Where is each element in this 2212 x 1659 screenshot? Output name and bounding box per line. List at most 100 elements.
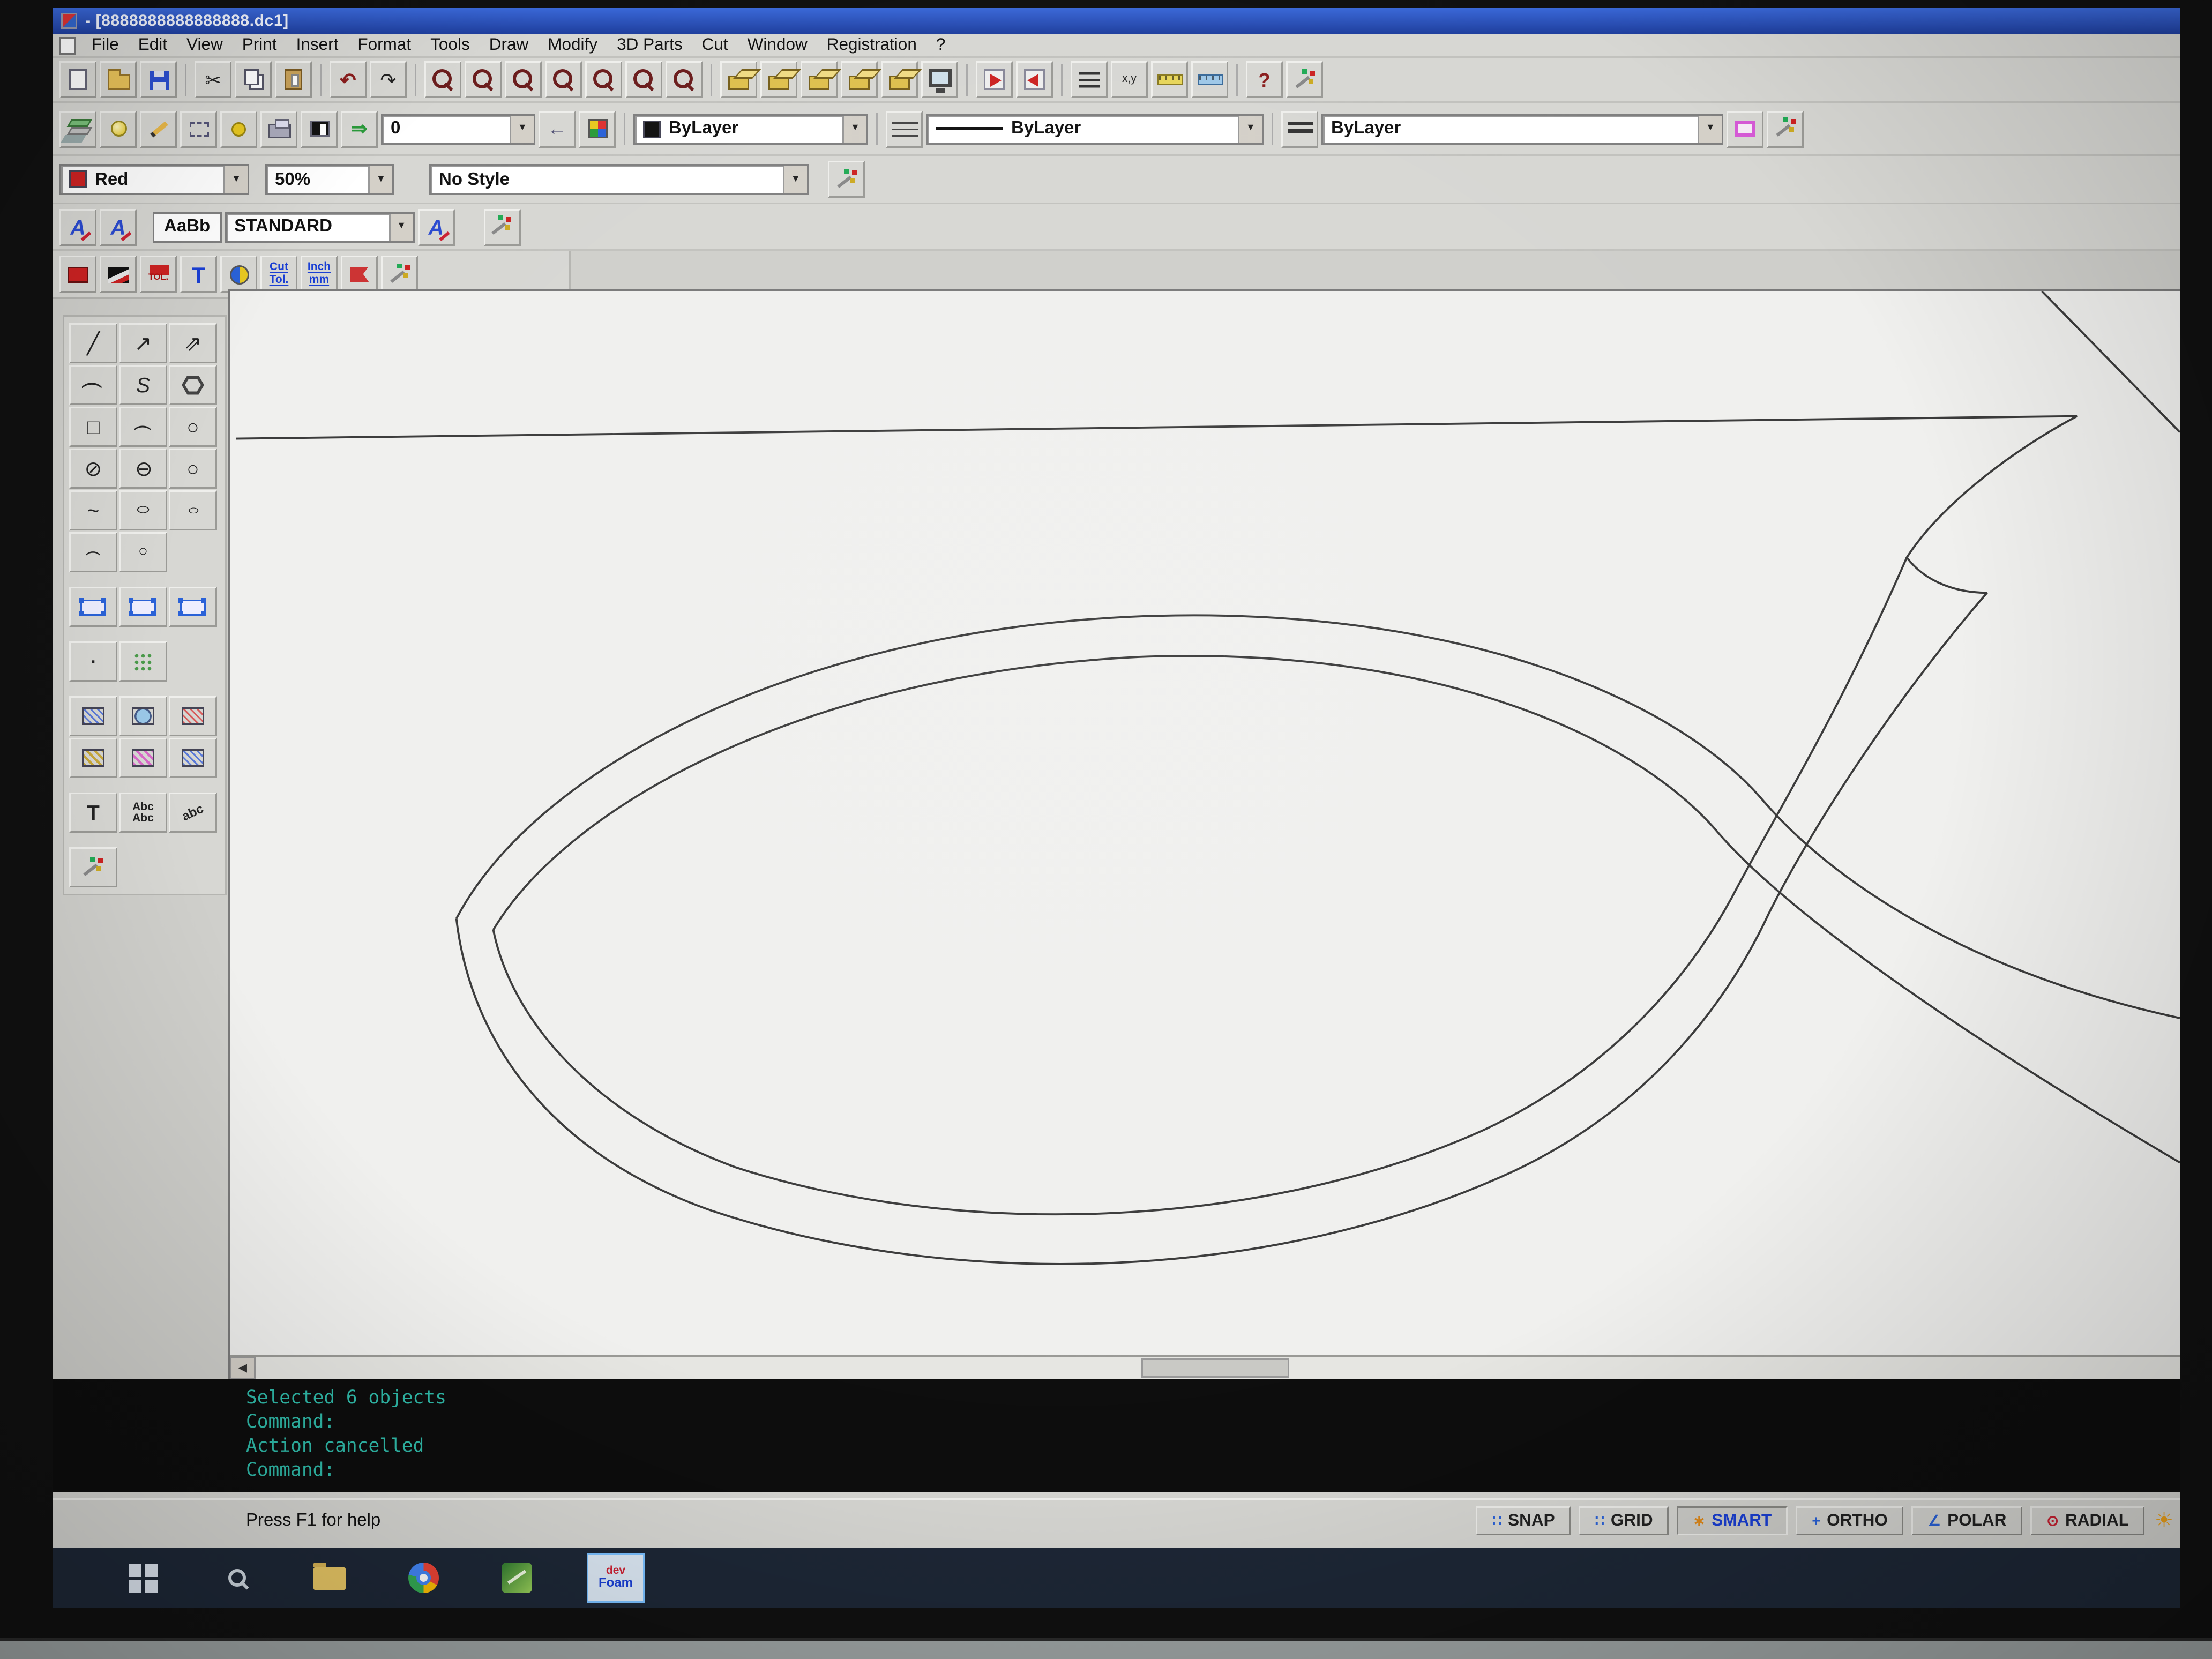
copy-button[interactable]	[235, 61, 272, 98]
tool-hatch-gold[interactable]	[69, 738, 117, 778]
scrollbar-track[interactable]	[256, 1357, 2180, 1379]
zoom-previous-button[interactable]	[545, 61, 582, 98]
text-style-button-2[interactable]: A	[100, 208, 137, 245]
coordinates-button[interactable]: x,y	[1111, 61, 1148, 98]
layer-lock-button[interactable]	[180, 110, 217, 147]
text-style-value[interactable]: STANDARD	[226, 213, 388, 241]
linetype-dropdown[interactable]: ByLayer ▼	[926, 114, 1264, 144]
menu-cut[interactable]: Cut	[692, 35, 738, 55]
tool-text-rotated[interactable]: abc	[169, 793, 217, 833]
make-layer-current-button[interactable]	[301, 110, 338, 147]
preview-button[interactable]	[921, 61, 958, 98]
search-button[interactable]	[214, 1556, 259, 1601]
tool-gradient[interactable]	[119, 696, 167, 736]
3d-part-button-1[interactable]	[720, 61, 757, 98]
units-button[interactable]: Inch mm	[301, 256, 338, 293]
horizontal-scrollbar[interactable]: ◀	[230, 1355, 2180, 1379]
chevron-down-icon[interactable]: ▼	[842, 115, 866, 143]
snap-toggle[interactable]: ∷ SNAP	[1476, 1506, 1571, 1535]
start-button[interactable]	[121, 1556, 166, 1601]
tool-options[interactable]	[69, 847, 117, 887]
tool-ellipse-flat[interactable]: ○	[119, 490, 167, 530]
tool-ray[interactable]: ⇗	[169, 323, 217, 363]
export-button[interactable]	[976, 61, 1013, 98]
zoom-level-dropdown[interactable]: 50% ▼	[265, 164, 394, 195]
apply-layer-button[interactable]: ⇒	[341, 110, 378, 147]
current-color-dropdown[interactable]: Red ▼	[59, 164, 249, 195]
scroll-left-button[interactable]: ◀	[230, 1357, 256, 1379]
document-icon[interactable]	[59, 36, 76, 54]
layers-button[interactable]	[59, 110, 96, 147]
ortho-toggle[interactable]: + ORTHO	[1796, 1506, 1904, 1535]
dimension-button[interactable]	[1071, 61, 1108, 98]
save-button[interactable]	[140, 61, 177, 98]
menu-edit[interactable]: Edit	[129, 35, 177, 55]
scrollbar-thumb[interactable]	[1141, 1358, 1289, 1378]
cut-flag-button[interactable]	[341, 256, 378, 293]
3d-part-button-2[interactable]	[760, 61, 797, 98]
chevron-down-icon[interactable]: ▼	[783, 166, 807, 193]
tool-edit-shape[interactable]	[169, 587, 217, 627]
lineweight-button[interactable]	[1281, 110, 1318, 147]
tool-circle-2pt[interactable]: ○	[169, 449, 217, 489]
options-button[interactable]	[1286, 61, 1323, 98]
chevron-down-icon[interactable]: ▼	[223, 166, 248, 193]
tool-edit-vertex[interactable]	[119, 587, 167, 627]
layer-options-button[interactable]	[1767, 110, 1804, 147]
tool-donut[interactable]: ○	[169, 490, 217, 530]
cut-button[interactable]: ✂	[195, 61, 231, 98]
plot-style-dropdown[interactable]: No Style ▼	[429, 164, 809, 195]
tool-curve[interactable]: ~	[69, 490, 117, 530]
paste-button[interactable]	[275, 61, 312, 98]
text-options-button[interactable]	[483, 208, 520, 245]
menu-insert[interactable]: Insert	[287, 35, 348, 55]
drawing-canvas[interactable]: ◀	[228, 289, 2180, 1379]
redo-button[interactable]: ↷	[370, 61, 407, 98]
text-style-dropdown[interactable]: STANDARD ▼	[225, 212, 414, 242]
radial-toggle[interactable]: ⊙ RADIAL	[2030, 1506, 2145, 1535]
tool-point[interactable]: ·	[69, 641, 117, 682]
tolerance-button[interactable]: TOL.	[140, 256, 177, 293]
tool-rectangle[interactable]: □	[69, 407, 117, 447]
devfoam-button[interactable]: dev Foam	[587, 1553, 645, 1603]
edit-text-button[interactable]: A	[417, 208, 454, 245]
tool-text[interactable]: T	[69, 793, 117, 833]
zoom-level-value[interactable]: 50%	[267, 166, 368, 193]
file-explorer-button[interactable]	[307, 1556, 352, 1601]
tool-arc-cont[interactable]: (	[69, 532, 117, 572]
text-style-button-1[interactable]: A	[59, 208, 96, 245]
3d-part-button-5[interactable]	[881, 61, 918, 98]
measure-2-button[interactable]	[1191, 61, 1228, 98]
smart-toggle[interactable]: ∗ SMART	[1677, 1506, 1788, 1535]
chevron-down-icon[interactable]: ▼	[1238, 115, 1262, 143]
tool-spline[interactable]: S	[119, 365, 167, 405]
chevron-down-icon[interactable]: ▼	[510, 115, 534, 143]
3d-part-button-4[interactable]	[841, 61, 878, 98]
layer-dropdown[interactable]: 0 ▼	[381, 114, 535, 144]
layer-color-button[interactable]	[220, 110, 257, 147]
import-button[interactable]	[1016, 61, 1053, 98]
linetype-button[interactable]	[886, 110, 923, 147]
command-window[interactable]: Selected 6 objects Command: Action cance…	[53, 1379, 2180, 1492]
tool-hatch-red[interactable]	[169, 696, 217, 736]
tool-circle[interactable]: ○	[169, 407, 217, 447]
menu-view[interactable]: View	[177, 35, 233, 55]
open-button[interactable]	[100, 61, 137, 98]
text-tool-button[interactable]: T	[180, 256, 217, 293]
tool-polygon[interactable]	[169, 365, 217, 405]
tool-ellipse[interactable]: ⊘	[69, 449, 117, 489]
layer-value[interactable]: 0	[383, 115, 510, 143]
tool-arc[interactable]: (	[69, 365, 117, 405]
plot-style-value[interactable]: No Style	[431, 166, 783, 193]
menu-tools[interactable]: Tools	[421, 35, 480, 55]
color-dropdown[interactable]: ByLayer ▼	[633, 114, 868, 144]
cut-area-button[interactable]	[59, 256, 96, 293]
plot-style-button[interactable]	[1727, 110, 1763, 147]
zoom-window-button[interactable]	[505, 61, 542, 98]
3d-part-button-3[interactable]	[801, 61, 838, 98]
properties-options-button[interactable]	[828, 161, 865, 198]
zoom-dynamic-button[interactable]	[585, 61, 622, 98]
tool-line[interactable]: ╱	[69, 323, 117, 363]
previous-layer-button[interactable]: ←	[539, 110, 576, 147]
layer-edit-button[interactable]	[140, 110, 177, 147]
